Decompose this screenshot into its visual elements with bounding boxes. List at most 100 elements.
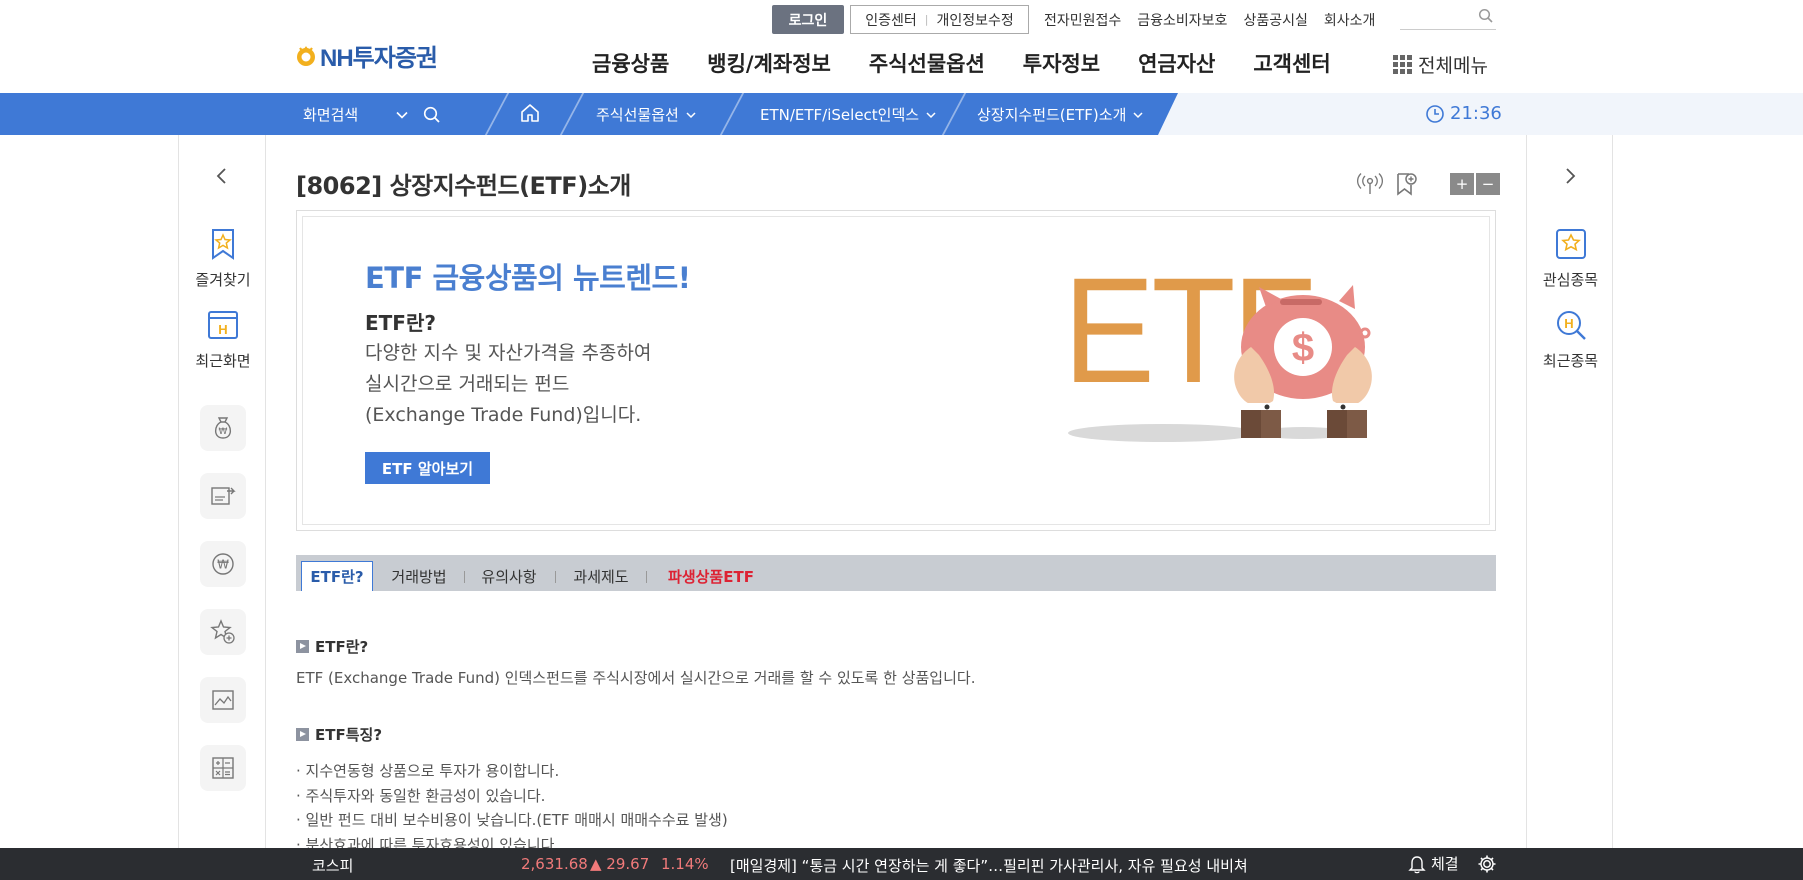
breadcrumb-stocks[interactable]: 주식선물옵션	[596, 104, 697, 125]
site-header: NH투자증권 로그인 인증센터 | 개인정보수정 전자민원접수 금융소비자보호 …	[0, 0, 1803, 93]
all-menu-label: 전체메뉴	[1418, 55, 1488, 77]
util-link-consumer[interactable]: 금융소비자보호	[1137, 10, 1227, 30]
transfer-button[interactable]	[200, 473, 246, 519]
gnb-pension[interactable]: 연금자산	[1138, 48, 1215, 78]
broadcast-icon[interactable]	[1356, 172, 1384, 196]
bookmark-star-icon	[212, 229, 234, 260]
util-link-complaint[interactable]: 전자민원접수	[1044, 10, 1121, 30]
screen-search-label: 화면검색	[303, 106, 359, 124]
util-link-disclosure[interactable]: 상품공시실	[1243, 10, 1307, 30]
all-menu-button[interactable]: 전체메뉴	[1393, 51, 1488, 78]
gnb-banking[interactable]: 뱅킹/계좌정보	[707, 48, 831, 78]
main-nav: 금융상품 뱅킹/계좌정보 주식선물옵션 투자정보 연금자산 고객센터	[592, 48, 1369, 78]
chart-button[interactable]	[200, 677, 246, 723]
tab-cautions[interactable]: 유의사항	[474, 561, 544, 591]
feature-list: · 지수연동형 상품으로 투자가 용이합니다. · 주식투자와 동일한 환금성이…	[296, 759, 728, 857]
magnifier-h-icon: H	[1556, 311, 1586, 340]
execution-alert[interactable]: 체결	[1408, 853, 1459, 874]
header-search-input[interactable]	[1400, 6, 1496, 30]
transfer-doc-icon	[211, 487, 236, 505]
zoom-out-button[interactable]: −	[1476, 173, 1500, 195]
section-heading: ETF란?	[296, 636, 368, 657]
recent-stocks-label: 최근종목	[1542, 352, 1599, 370]
cert-center-link[interactable]: 인증센터	[865, 10, 917, 30]
chevron-right-icon[interactable]	[1559, 165, 1581, 187]
gnb-financial-products[interactable]: 금융상품	[592, 48, 669, 78]
tab-tax[interactable]: 과세제도	[566, 561, 636, 591]
watchlist-label: 관심종목	[1542, 271, 1599, 289]
breadcrumb-label: 주식선물옵션	[596, 106, 679, 124]
won-coin-icon: ₩	[212, 553, 234, 575]
divider	[464, 571, 465, 583]
recent-stocks-button[interactable]: H 최근종목	[1527, 308, 1614, 371]
play-box-icon	[296, 640, 309, 653]
home-link[interactable]	[519, 102, 541, 124]
banner-description: 다양한 지수 및 자산가격을 추종하여 실시간으로 거래되는 펀드 (Excha…	[365, 338, 651, 431]
banner-desc-line: (Exchange Trade Fund)입니다.	[365, 404, 642, 426]
server-clock: 21:36	[1425, 103, 1502, 124]
svg-text:₩: ₩	[217, 558, 229, 572]
left-quick-menu: 즐겨찾기 H 최근화면 ₩ ₩	[178, 135, 266, 848]
content-tabs: ETF란? 거래방법 유의사항 과세제도 파생상품ETF	[296, 555, 1496, 591]
clock-time: 21:36	[1450, 103, 1502, 124]
chevron-left-icon[interactable]	[211, 165, 233, 187]
star-add-button[interactable]	[200, 609, 246, 655]
index-name[interactable]: 코스피	[312, 855, 353, 876]
list-item: · 지수연동형 상품으로 투자가 용이합니다.	[296, 762, 560, 780]
privacy-edit-link[interactable]: 개인정보수정	[936, 10, 1013, 30]
search-icon[interactable]	[1478, 8, 1494, 24]
breadcrumb-etf-intro[interactable]: 상장지수펀드(ETF)소개	[977, 104, 1144, 125]
recent-screens-button[interactable]: H 최근화면	[179, 308, 267, 371]
recent-screen-icon: H	[208, 311, 238, 339]
tab-derivative-etf[interactable]: 파생상품ETF	[656, 561, 766, 591]
home-icon	[521, 104, 539, 122]
title-tools: + −	[1356, 172, 1500, 196]
util-link-about[interactable]: 회사소개	[1324, 10, 1376, 30]
star-box-icon	[1555, 229, 1586, 259]
cert-privacy-box: 인증센터 | 개인정보수정	[850, 5, 1029, 34]
zoom-in-button[interactable]: +	[1450, 173, 1474, 195]
logo-text: NH투자증권	[320, 45, 438, 72]
search-icon[interactable]	[423, 106, 441, 124]
star-add-icon	[210, 619, 235, 644]
list-item: · 일반 펀드 대비 보수비용이 낮습니다.(ETF 매매시 매매수수료 발생)	[296, 811, 728, 829]
gnb-stocks-futures[interactable]: 주식선물옵션	[869, 48, 985, 78]
etf-banner: ETF 금융상품의 뉴트렌드! ETF란? 다양한 지수 및 자산가격을 추종하…	[296, 210, 1496, 531]
gnb-customer-center[interactable]: 고객센터	[1253, 48, 1330, 78]
svg-text:$: $	[1292, 326, 1314, 370]
bookmark-add-icon[interactable]	[1394, 172, 1418, 196]
calculator-button[interactable]	[200, 745, 246, 791]
screen-search[interactable]: 화면검색	[303, 102, 458, 127]
section-title: ETF특징?	[315, 726, 383, 744]
calculator-icon	[212, 757, 234, 779]
login-button[interactable]: 로그인	[772, 5, 844, 34]
won-button[interactable]: ₩	[200, 541, 246, 587]
money-bag-icon: ₩	[214, 417, 232, 439]
learn-etf-button[interactable]: ETF 알아보기	[365, 452, 490, 484]
breadcrumb-etn-etf[interactable]: ETN/ETF/iSelect인덱스	[760, 104, 937, 125]
tab-etf-intro[interactable]: ETF란?	[301, 561, 373, 591]
utility-bar: 로그인 인증센터 | 개인정보수정 전자민원접수 금융소비자보호 상품공시실 회…	[772, 5, 1375, 34]
favorites-button[interactable]: 즐겨찾기	[179, 227, 267, 290]
banner-desc-line: 실시간으로 거래되는 펀드	[365, 373, 570, 395]
gear-icon[interactable]	[1477, 854, 1497, 874]
piggy-bank-hands-icon: $	[1068, 285, 1372, 442]
watchlist-button[interactable]: 관심종목	[1527, 227, 1614, 290]
svg-text:₩: ₩	[219, 427, 228, 437]
money-bag-button[interactable]: ₩	[200, 405, 246, 451]
index-value: 2,631.68	[521, 855, 588, 873]
logo[interactable]: NH투자증권	[295, 38, 438, 73]
chevron-down-icon[interactable]	[395, 108, 409, 122]
play-box-icon	[296, 728, 309, 741]
gnb-investment-info[interactable]: 투자정보	[1023, 48, 1100, 78]
breadcrumb-label: ETN/ETF/iSelect인덱스	[760, 106, 920, 124]
page-title: [8062] 상장지수펀드(ETF)소개	[296, 172, 631, 200]
etf-piggy-illustration: ETF $	[1063, 247, 1423, 477]
right-quick-menu: 관심종목 H 최근종목	[1526, 135, 1613, 848]
tab-trading-method[interactable]: 거래방법	[384, 561, 454, 591]
section-title: ETF란?	[315, 638, 369, 656]
news-headline[interactable]: [매일경제] “통금 시간 연장하는 게 좋다”…필리핀 가사관리사, 자유 필…	[730, 855, 1248, 876]
banner-headline: ETF 금융상품의 뉴트렌드!	[365, 261, 691, 295]
banner-inner-frame: ETF 금융상품의 뉴트렌드! ETF란? 다양한 지수 및 자산가격을 추종하…	[302, 216, 1490, 525]
banner-desc-line: 다양한 지수 및 자산가격을 추종하여	[365, 342, 652, 364]
